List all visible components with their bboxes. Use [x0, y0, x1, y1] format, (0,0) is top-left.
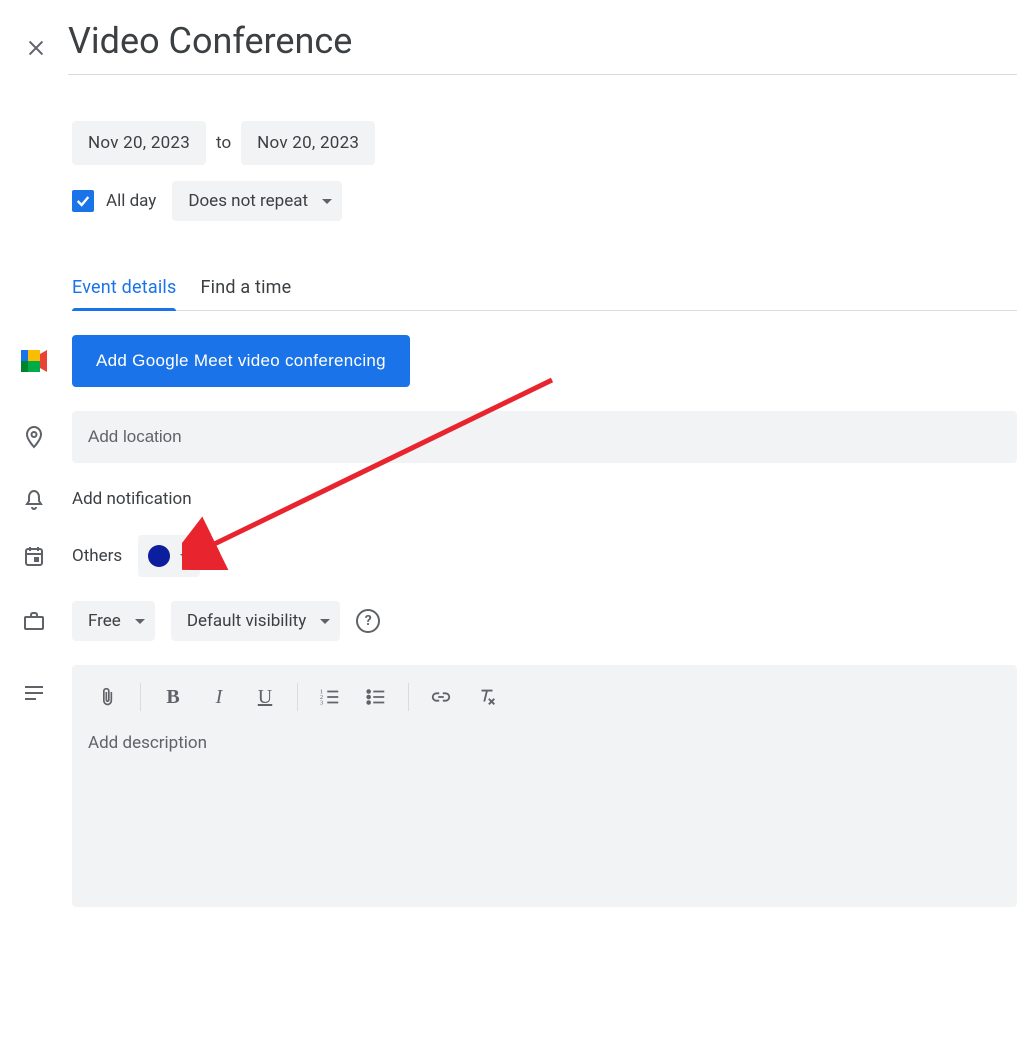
date-range: Nov 20, 2023 to Nov 20, 2023: [72, 121, 1017, 165]
visibility-label: Default visibility: [187, 611, 306, 631]
close-icon[interactable]: [12, 24, 60, 72]
attachment-icon[interactable]: [86, 677, 130, 717]
underline-button[interactable]: U: [243, 677, 287, 717]
color-swatch-icon: [148, 545, 170, 567]
description-box: B I U 123 Add description: [72, 665, 1017, 907]
italic-button[interactable]: I: [197, 677, 241, 717]
location-input[interactable]: [72, 411, 1017, 463]
description-placeholder[interactable]: Add description: [72, 729, 1017, 757]
briefcase-icon: [12, 609, 56, 633]
add-meet-button[interactable]: Add Google Meet video conferencing: [72, 335, 410, 387]
tab-find-time[interactable]: Find a time: [200, 277, 291, 310]
bullet-list-button[interactable]: [354, 677, 398, 717]
bell-icon: [12, 487, 56, 511]
calendar-icon: [12, 544, 56, 568]
clear-formatting-button[interactable]: [465, 677, 509, 717]
end-date[interactable]: Nov 20, 2023: [241, 121, 375, 165]
visibility-dropdown[interactable]: Default visibility: [171, 601, 340, 641]
repeat-label: Does not repeat: [188, 191, 308, 211]
location-icon: [12, 425, 56, 449]
formatting-toolbar: B I U 123: [72, 665, 1017, 729]
svg-text:3: 3: [320, 699, 323, 706]
allday-checkbox[interactable]: [72, 190, 94, 212]
tabs: Event details Find a time: [72, 277, 1017, 311]
calendar-name[interactable]: Others: [72, 546, 122, 566]
calendar-color-dropdown[interactable]: [138, 535, 200, 577]
to-label: to: [216, 133, 231, 153]
repeat-dropdown[interactable]: Does not repeat: [172, 181, 342, 221]
chevron-down-icon: [180, 554, 190, 559]
link-button[interactable]: [419, 677, 463, 717]
chevron-down-icon: [322, 199, 332, 204]
chevron-down-icon: [320, 619, 330, 624]
numbered-list-button[interactable]: 123: [308, 677, 352, 717]
description-icon: [12, 665, 56, 705]
chevron-down-icon: [135, 619, 145, 624]
availability-dropdown[interactable]: Free: [72, 601, 155, 641]
tab-event-details[interactable]: Event details: [72, 277, 176, 310]
event-title[interactable]: Video Conference: [68, 20, 1017, 62]
bold-button[interactable]: B: [151, 677, 195, 717]
help-icon[interactable]: ?: [356, 609, 380, 633]
availability-label: Free: [88, 611, 121, 631]
add-notification-button[interactable]: Add notification: [72, 489, 1017, 509]
meet-icon: [12, 350, 56, 372]
start-date[interactable]: Nov 20, 2023: [72, 121, 206, 165]
allday-label: All day: [106, 191, 156, 211]
